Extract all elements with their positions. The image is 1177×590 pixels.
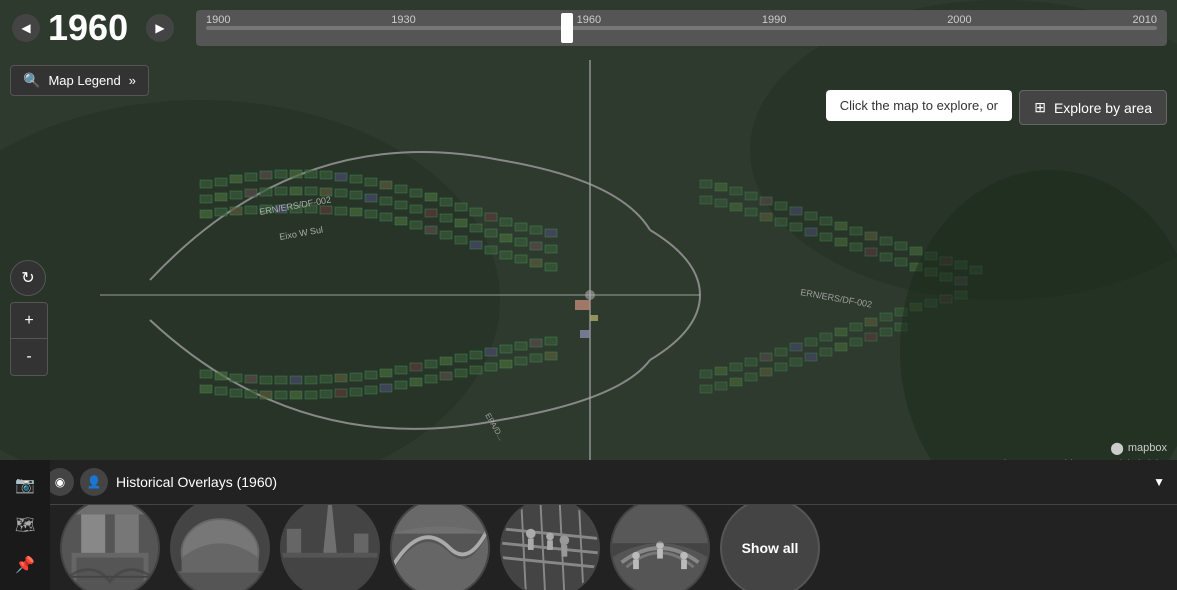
mapbox-attribution: ⬤ mapbox [1110, 441, 1167, 455]
timeline-handle[interactable] [561, 13, 573, 43]
overlay-icon-2[interactable]: ◉ [46, 468, 74, 496]
map-icon[interactable]: 🗺 [11, 511, 39, 539]
timeline-track[interactable] [206, 26, 1157, 30]
year-label-2000: 2000 [947, 14, 971, 26]
next-year-button[interactable]: ▶ [146, 14, 174, 42]
year-label-1930: 1930 [391, 14, 415, 26]
year-nav: ◀ 1960 ▶ [0, 0, 186, 57]
timeline-bar[interactable]: 1900 1930 1960 1990 2000 2010 [196, 10, 1167, 46]
circle-icon: ◉ [55, 475, 65, 489]
photo-5[interactable] [500, 505, 600, 590]
overlay-dropdown[interactable]: ▼ [1153, 475, 1165, 489]
show-all-button[interactable]: Show all [720, 505, 820, 590]
photo-4[interactable] [390, 505, 490, 590]
rotate-map-button[interactable]: ↻ [10, 260, 46, 296]
overlay-title: Historical Overlays (1960) [116, 474, 1145, 490]
overlay-panel: 📷 🗺 📌 ⊞ ◉ 👤 Historical Overlays (1960) ▼ [0, 460, 1177, 590]
photo-2[interactable] [170, 505, 270, 590]
person-icon: 👤 [87, 475, 102, 489]
zoom-out-button[interactable]: - [11, 339, 47, 375]
year-label-1990: 1990 [762, 14, 786, 26]
year-label-1900: 1900 [206, 14, 230, 26]
photo-3[interactable] [280, 505, 380, 590]
zoom-controls: + - [10, 302, 48, 376]
map-legend-arrow: » [129, 73, 136, 88]
year-label-1960: 1960 [577, 14, 601, 26]
photos-strip: Show all [0, 505, 1177, 590]
map-legend-button[interactable]: 🔍 Map Legend » [10, 65, 149, 96]
photo-6[interactable] [610, 505, 710, 590]
year-label-2010: 2010 [1132, 14, 1156, 26]
photo-1[interactable] [60, 505, 160, 590]
map-controls: ↻ + - [10, 260, 48, 376]
pin-icon[interactable]: 📌 [11, 551, 39, 579]
rotate-icon: ↻ [21, 268, 34, 288]
mapbox-logo: ⬤ [1110, 441, 1123, 455]
overlay-icon-3[interactable]: 👤 [80, 468, 108, 496]
top-bar: ◀ 1960 ▶ 1900 1930 1960 1990 2000 2010 [0, 0, 1177, 55]
timeline-labels: 1900 1930 1960 1990 2000 2010 [206, 14, 1157, 26]
prev-year-button[interactable]: ◀ [12, 14, 40, 42]
overlay-header: ⊞ ◉ 👤 Historical Overlays (1960) ▼ [0, 460, 1177, 505]
map-legend-label: Map Legend [48, 73, 120, 88]
camera-icon[interactable]: 📷 [11, 471, 39, 499]
explore-by-area-button[interactable]: ⊞ Explore by area [1019, 90, 1167, 125]
search-icon: 🔍 [23, 72, 40, 89]
zoom-in-button[interactable]: + [11, 303, 47, 339]
side-icon-bar: 📷 🗺 📌 [0, 460, 50, 590]
year-display: 1960 [48, 7, 138, 49]
grid-icon: ⊞ [1034, 99, 1046, 116]
click-map-hint: Click the map to explore, or [826, 90, 1012, 121]
